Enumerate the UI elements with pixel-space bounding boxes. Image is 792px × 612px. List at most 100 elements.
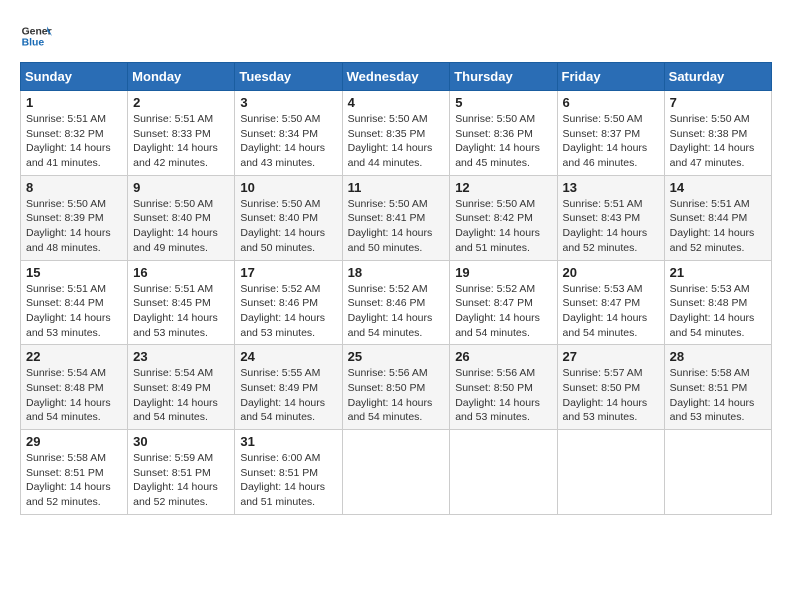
day-cell: 9 Sunrise: 5:50 AMSunset: 8:40 PMDaylight… — [128, 175, 235, 260]
cell-content: Sunrise: 5:52 AMSunset: 8:46 PMDaylight:… — [240, 282, 336, 341]
day-cell: 4 Sunrise: 5:50 AMSunset: 8:35 PMDaylight… — [342, 91, 450, 176]
svg-text:Blue: Blue — [22, 38, 45, 49]
day-cell: 22Sunrise: 5:54 AMSunset: 8:48 PMDayligh… — [21, 345, 128, 430]
cell-content: Sunrise: 5:51 AMSunset: 8:44 PMDaylight:… — [26, 282, 122, 341]
cell-content: Sunrise: 5:56 AMSunset: 8:50 PMDaylight:… — [348, 366, 445, 425]
day-number: 4 — [348, 95, 445, 110]
cell-content: Sunrise: 5:50 AMSunset: 8:38 PMDaylight:… — [670, 112, 766, 171]
col-header-monday: Monday — [128, 63, 235, 91]
day-cell: 2 Sunrise: 5:51 AMSunset: 8:33 PMDaylight… — [128, 91, 235, 176]
day-cell — [342, 430, 450, 515]
day-number: 17 — [240, 265, 336, 280]
day-number: 13 — [563, 180, 659, 195]
cell-content: Sunrise: 5:51 AMSunset: 8:43 PMDaylight:… — [563, 197, 659, 256]
col-header-sunday: Sunday — [21, 63, 128, 91]
col-header-saturday: Saturday — [664, 63, 771, 91]
cell-content: Sunrise: 5:52 AMSunset: 8:47 PMDaylight:… — [455, 282, 551, 341]
day-cell: 13 Sunrise: 5:51 AMSunset: 8:43 PMDayligh… — [557, 175, 664, 260]
day-number: 10 — [240, 180, 336, 195]
cell-content: Sunrise: 5:58 AMSunset: 8:51 PMDaylight:… — [670, 366, 766, 425]
day-number: 11 — [348, 180, 445, 195]
day-number: 31 — [240, 434, 336, 449]
day-cell: 7 Sunrise: 5:50 AMSunset: 8:38 PMDaylight… — [664, 91, 771, 176]
day-cell: 24 Sunrise: 5:55 AMSunset: 8:49 PMDayligh… — [235, 345, 342, 430]
day-number: 16 — [133, 265, 229, 280]
cell-content: Sunrise: 5:51 AMSunset: 8:33 PMDaylight:… — [133, 112, 229, 171]
cell-content: Sunrise: 5:51 AMSunset: 8:45 PMDaylight:… — [133, 282, 229, 341]
day-cell: 11 Sunrise: 5:50 AMSunset: 8:41 PMDayligh… — [342, 175, 450, 260]
header-row: SundayMondayTuesdayWednesdayThursdayFrid… — [21, 63, 772, 91]
day-cell: 23 Sunrise: 5:54 AMSunset: 8:49 PMDayligh… — [128, 345, 235, 430]
day-number: 15 — [26, 265, 122, 280]
cell-content: Sunrise: 5:50 AMSunset: 8:42 PMDaylight:… — [455, 197, 551, 256]
col-header-thursday: Thursday — [450, 63, 557, 91]
day-number: 2 — [133, 95, 229, 110]
day-number: 21 — [670, 265, 766, 280]
day-cell: 18Sunrise: 5:52 AMSunset: 8:46 PMDayligh… — [342, 260, 450, 345]
day-cell: 28Sunrise: 5:58 AMSunset: 8:51 PMDayligh… — [664, 345, 771, 430]
page-header: General Blue — [20, 20, 772, 52]
day-cell: 30 Sunrise: 5:59 AMSunset: 8:51 PMDayligh… — [128, 430, 235, 515]
day-cell: 21 Sunrise: 5:53 AMSunset: 8:48 PMDayligh… — [664, 260, 771, 345]
day-cell: 3 Sunrise: 5:50 AMSunset: 8:34 PMDaylight… — [235, 91, 342, 176]
cell-content: Sunrise: 5:50 AMSunset: 8:37 PMDaylight:… — [563, 112, 659, 171]
day-number: 5 — [455, 95, 551, 110]
day-cell: 27 Sunrise: 5:57 AMSunset: 8:50 PMDayligh… — [557, 345, 664, 430]
day-number: 30 — [133, 434, 229, 449]
cell-content: Sunrise: 5:51 AMSunset: 8:32 PMDaylight:… — [26, 112, 122, 171]
day-cell: 8 Sunrise: 5:50 AMSunset: 8:39 PMDaylight… — [21, 175, 128, 260]
day-number: 18 — [348, 265, 445, 280]
day-number: 8 — [26, 180, 122, 195]
day-cell: 19Sunrise: 5:52 AMSunset: 8:47 PMDayligh… — [450, 260, 557, 345]
day-cell: 6Sunrise: 5:50 AMSunset: 8:37 PMDaylight… — [557, 91, 664, 176]
day-cell: 29 Sunrise: 5:58 AMSunset: 8:51 PMDayligh… — [21, 430, 128, 515]
day-cell: 31Sunrise: 6:00 AMSunset: 8:51 PMDayligh… — [235, 430, 342, 515]
cell-content: Sunrise: 5:53 AMSunset: 8:47 PMDaylight:… — [563, 282, 659, 341]
week-row-1: 1 Sunrise: 5:51 AMSunset: 8:32 PMDaylight… — [21, 91, 772, 176]
col-header-tuesday: Tuesday — [235, 63, 342, 91]
day-number: 26 — [455, 349, 551, 364]
logo: General Blue — [20, 20, 52, 52]
cell-content: Sunrise: 5:54 AMSunset: 8:48 PMDaylight:… — [26, 366, 122, 425]
cell-content: Sunrise: 5:53 AMSunset: 8:48 PMDaylight:… — [670, 282, 766, 341]
day-cell: 5Sunrise: 5:50 AMSunset: 8:36 PMDaylight… — [450, 91, 557, 176]
cell-content: Sunrise: 5:55 AMSunset: 8:49 PMDaylight:… — [240, 366, 336, 425]
cell-content: Sunrise: 5:50 AMSunset: 8:40 PMDaylight:… — [240, 197, 336, 256]
day-cell: 26 Sunrise: 5:56 AMSunset: 8:50 PMDayligh… — [450, 345, 557, 430]
day-cell: 16 Sunrise: 5:51 AMSunset: 8:45 PMDayligh… — [128, 260, 235, 345]
day-cell — [450, 430, 557, 515]
week-row-2: 8 Sunrise: 5:50 AMSunset: 8:39 PMDaylight… — [21, 175, 772, 260]
cell-content: Sunrise: 5:51 AMSunset: 8:44 PMDaylight:… — [670, 197, 766, 256]
day-number: 20 — [563, 265, 659, 280]
cell-content: Sunrise: 5:50 AMSunset: 8:40 PMDaylight:… — [133, 197, 229, 256]
day-number: 7 — [670, 95, 766, 110]
col-header-wednesday: Wednesday — [342, 63, 450, 91]
week-row-4: 22Sunrise: 5:54 AMSunset: 8:48 PMDayligh… — [21, 345, 772, 430]
day-number: 24 — [240, 349, 336, 364]
day-cell: 20 Sunrise: 5:53 AMSunset: 8:47 PMDayligh… — [557, 260, 664, 345]
cell-content: Sunrise: 5:50 AMSunset: 8:41 PMDaylight:… — [348, 197, 445, 256]
day-cell — [664, 430, 771, 515]
logo-icon: General Blue — [20, 20, 52, 52]
day-number: 9 — [133, 180, 229, 195]
cell-content: Sunrise: 5:50 AMSunset: 8:39 PMDaylight:… — [26, 197, 122, 256]
day-number: 1 — [26, 95, 122, 110]
day-cell: 14Sunrise: 5:51 AMSunset: 8:44 PMDayligh… — [664, 175, 771, 260]
cell-content: Sunrise: 5:56 AMSunset: 8:50 PMDaylight:… — [455, 366, 551, 425]
calendar-table: SundayMondayTuesdayWednesdayThursdayFrid… — [20, 62, 772, 515]
cell-content: Sunrise: 5:58 AMSunset: 8:51 PMDaylight:… — [26, 451, 122, 510]
day-cell — [557, 430, 664, 515]
cell-content: Sunrise: 5:59 AMSunset: 8:51 PMDaylight:… — [133, 451, 229, 510]
day-number: 12 — [455, 180, 551, 195]
cell-content: Sunrise: 5:50 AMSunset: 8:35 PMDaylight:… — [348, 112, 445, 171]
day-number: 29 — [26, 434, 122, 449]
week-row-5: 29 Sunrise: 5:58 AMSunset: 8:51 PMDayligh… — [21, 430, 772, 515]
day-number: 3 — [240, 95, 336, 110]
day-cell: 15 Sunrise: 5:51 AMSunset: 8:44 PMDayligh… — [21, 260, 128, 345]
day-cell: 17 Sunrise: 5:52 AMSunset: 8:46 PMDayligh… — [235, 260, 342, 345]
day-number: 27 — [563, 349, 659, 364]
cell-content: Sunrise: 5:57 AMSunset: 8:50 PMDaylight:… — [563, 366, 659, 425]
day-number: 23 — [133, 349, 229, 364]
cell-content: Sunrise: 5:54 AMSunset: 8:49 PMDaylight:… — [133, 366, 229, 425]
cell-content: Sunrise: 5:50 AMSunset: 8:34 PMDaylight:… — [240, 112, 336, 171]
